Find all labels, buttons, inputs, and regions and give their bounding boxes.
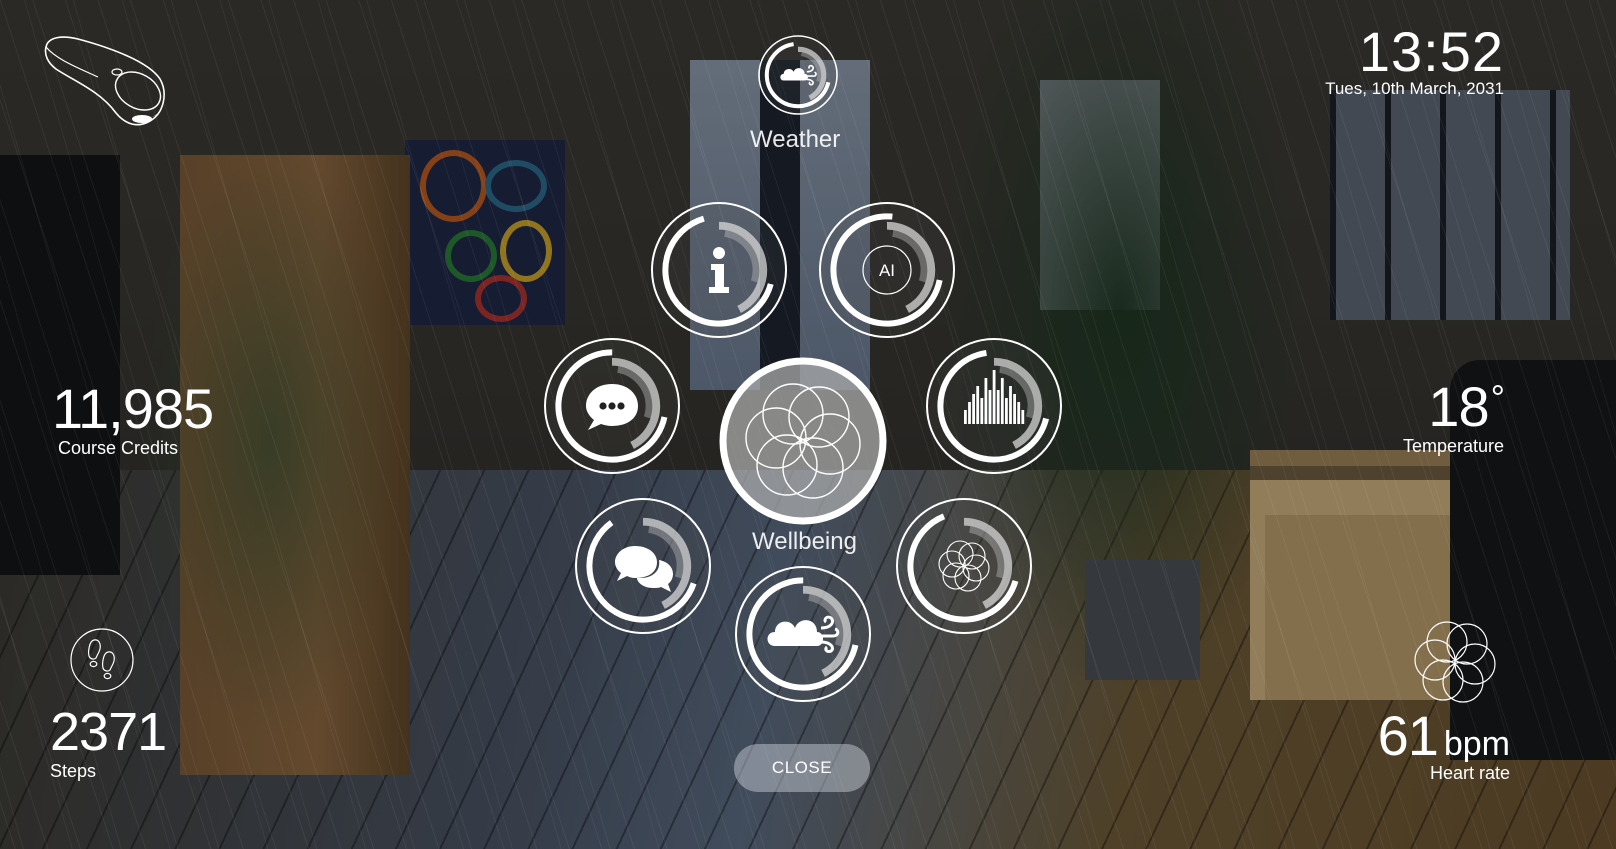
wave-bar bbox=[968, 402, 971, 424]
temperature-unit: ° bbox=[1490, 377, 1505, 418]
wave-bar bbox=[988, 390, 992, 424]
menu-weather-label: Weather bbox=[750, 126, 841, 153]
menu-item-wellbeing[interactable] bbox=[718, 356, 888, 526]
clock-date: Tues, 10th March, 2031 bbox=[1325, 79, 1504, 98]
menu-item-chat[interactable] bbox=[543, 337, 681, 475]
steps-label: Steps bbox=[50, 761, 97, 781]
menu-item-weather[interactable] bbox=[734, 565, 872, 703]
wave-bar bbox=[964, 410, 967, 424]
wave-bar bbox=[1013, 394, 1016, 424]
heart-rate-unit: bpm bbox=[1443, 725, 1510, 763]
course-credits-label: Course Credits bbox=[58, 438, 179, 458]
temperature-label: Temperature bbox=[1402, 436, 1504, 456]
temperature-value: 18 bbox=[1428, 375, 1489, 438]
menu-wellbeing-label: Wellbeing bbox=[752, 528, 857, 555]
menu-weather-top[interactable] bbox=[757, 34, 839, 116]
menu-item-info[interactable] bbox=[650, 201, 788, 339]
wave-bar bbox=[984, 378, 988, 424]
steps-value: 2371 bbox=[50, 702, 167, 762]
wave-bar bbox=[1017, 402, 1021, 424]
heart-rate-value: 61 bbox=[1377, 704, 1439, 767]
menu-item-ai[interactable]: AI bbox=[818, 201, 956, 339]
menu-item-messages[interactable] bbox=[574, 497, 712, 635]
wave-bar bbox=[1021, 410, 1025, 424]
temperature-widget: 18 ° Temperature bbox=[1402, 375, 1505, 457]
wave-bar bbox=[1009, 386, 1012, 424]
clock: 13:52 Tues, 10th March, 2031 bbox=[1325, 22, 1504, 98]
course-credits-value: 11,985 bbox=[52, 377, 214, 440]
wave-bar bbox=[976, 386, 980, 424]
wave-bar bbox=[996, 390, 1000, 424]
menu-item-audio[interactable] bbox=[925, 337, 1063, 475]
vr-controller-icon bbox=[44, 36, 165, 126]
clock-time: 13:52 bbox=[1358, 20, 1504, 83]
wave-bar bbox=[1000, 378, 1004, 424]
hud: 13:52 Tues, 10th March, 2031 11,985 Cour… bbox=[0, 0, 1616, 849]
wave-bar bbox=[992, 370, 996, 424]
wave-bar bbox=[972, 394, 975, 424]
flower-of-life-icon bbox=[1414, 621, 1496, 703]
steps-widget: 2371 Steps bbox=[50, 628, 167, 781]
heart-rate-widget: 61 bpm Heart rate bbox=[1378, 620, 1510, 783]
wave-bar bbox=[980, 398, 984, 424]
close-button[interactable]: CLOSE bbox=[734, 744, 870, 792]
course-credits-widget: 11,985 Course Credits bbox=[52, 377, 214, 459]
wave-bar bbox=[1005, 398, 1008, 424]
footprints-icon bbox=[70, 628, 134, 692]
menu-item-wellbeing-mini[interactable] bbox=[895, 497, 1033, 635]
svg-text:AI: AI bbox=[879, 261, 895, 280]
